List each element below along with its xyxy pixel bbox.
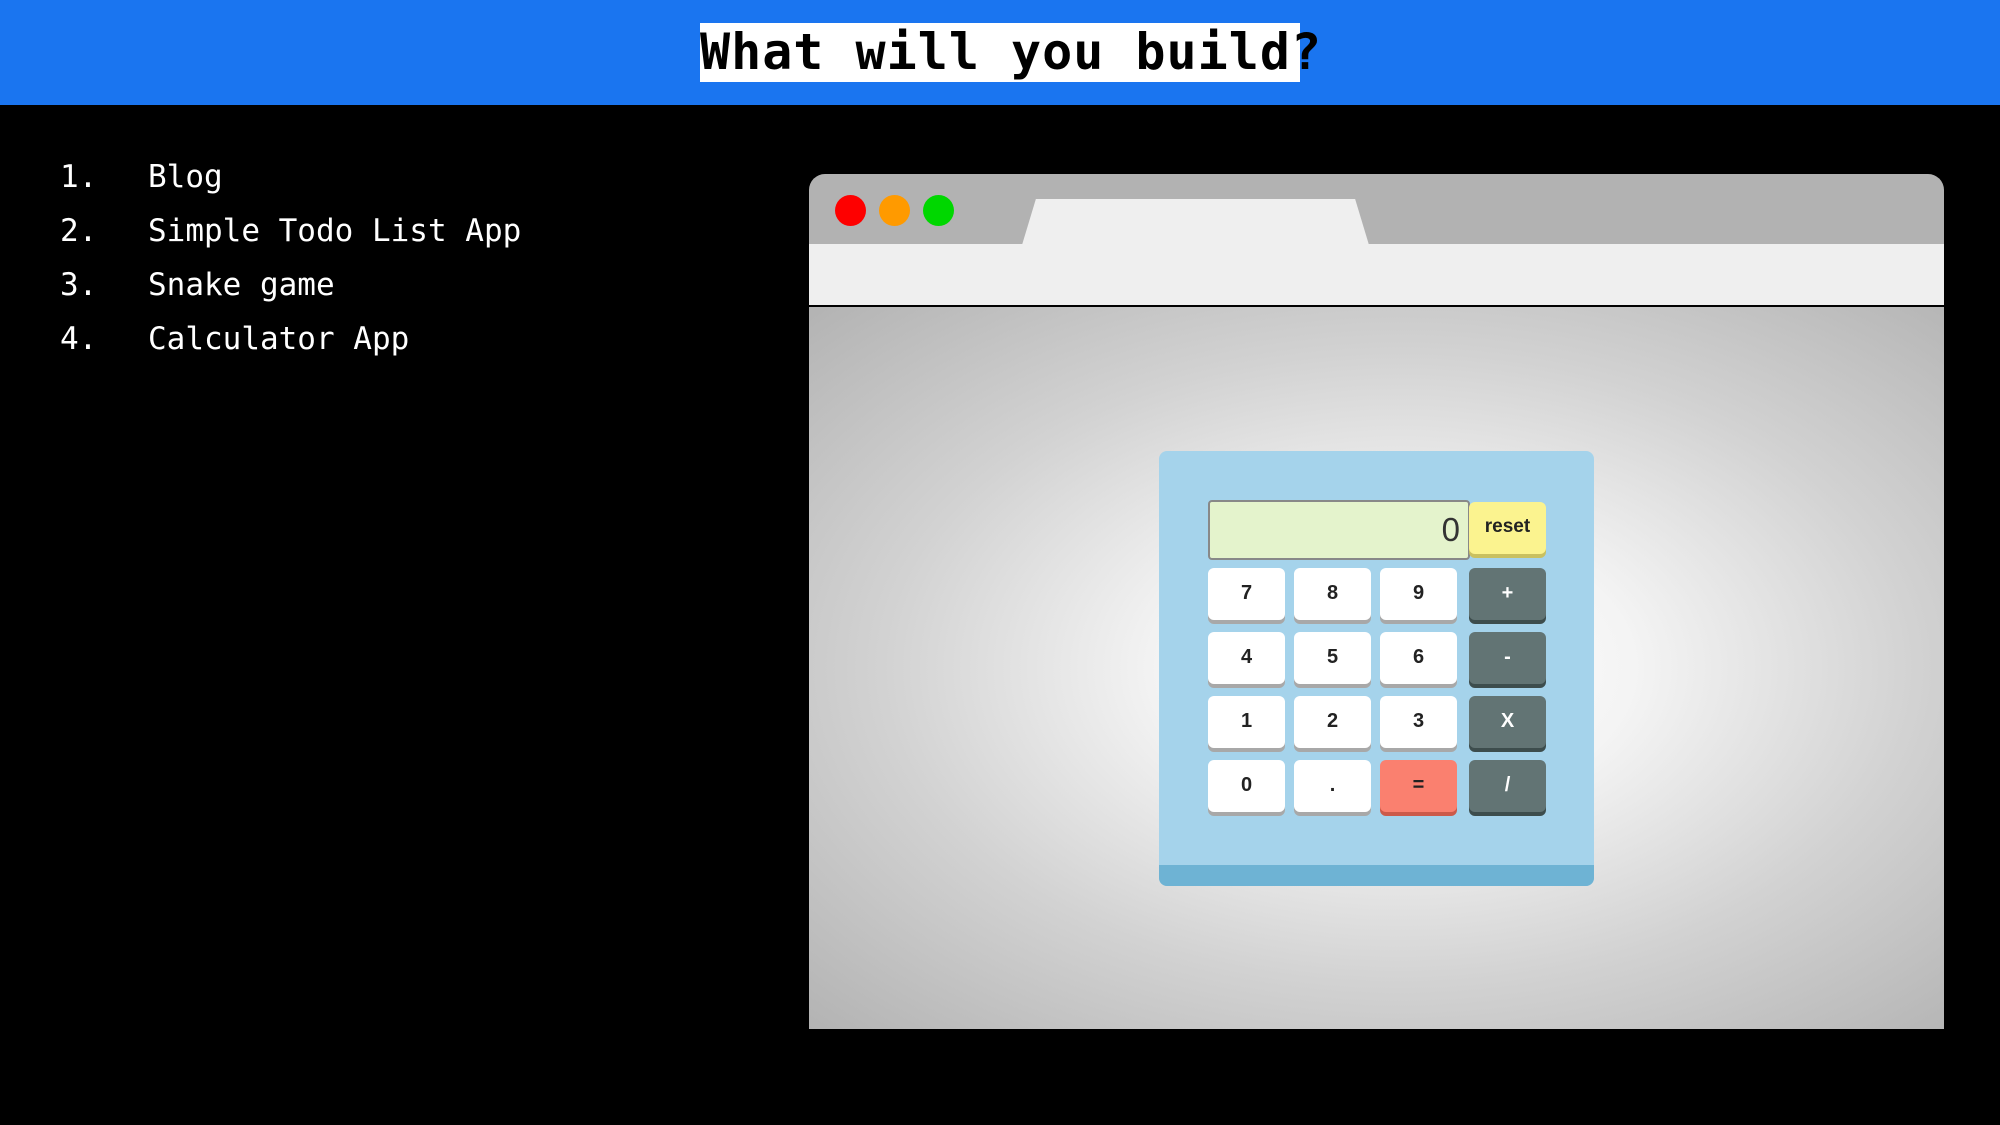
list-item-label: Calculator App — [148, 321, 410, 357]
key-3-button[interactable]: 3 — [1380, 696, 1457, 748]
browser-tab[interactable] — [1022, 199, 1369, 245]
page-title: What will you build? — [700, 23, 1323, 82]
divide-button[interactable]: / — [1469, 760, 1546, 812]
project-idea-list: 1. Blog 2. Simple Todo List App 3. Snake… — [60, 150, 760, 366]
address-bar[interactable] — [809, 244, 1944, 307]
list-item-number: 1. — [60, 159, 98, 195]
browser-viewport: 0 reset 7 8 9 + 4 5 6 - 1 2 3 X 0 . = / — [809, 307, 1944, 1029]
list-item-number: 3. — [60, 267, 98, 303]
list-item-label: Snake game — [148, 267, 335, 303]
add-button[interactable]: + — [1469, 568, 1546, 620]
minimize-dot-icon[interactable] — [879, 195, 910, 226]
list-item-label: Simple Todo List App — [148, 213, 522, 249]
close-dot-icon[interactable] — [835, 195, 866, 226]
browser-window: 0 reset 7 8 9 + 4 5 6 - 1 2 3 X 0 . = / — [809, 174, 1944, 1029]
list-item: 2. Simple Todo List App — [60, 204, 760, 258]
key-1-button[interactable]: 1 — [1208, 696, 1285, 748]
calculator-footer — [1159, 865, 1594, 886]
list-item: 4. Calculator App — [60, 312, 760, 366]
list-item: 1. Blog — [60, 150, 760, 204]
equals-button[interactable]: = — [1380, 760, 1457, 812]
key-2-button[interactable]: 2 — [1294, 696, 1371, 748]
list-item-number: 2. — [60, 213, 98, 249]
key-4-button[interactable]: 4 — [1208, 632, 1285, 684]
top-banner: What will you build? — [0, 0, 2000, 105]
multiply-button[interactable]: X — [1469, 696, 1546, 748]
key-8-button[interactable]: 8 — [1294, 568, 1371, 620]
calculator-display: 0 — [1208, 500, 1470, 560]
list-item-label: Blog — [148, 159, 223, 195]
list-item: 3. Snake game — [60, 258, 760, 312]
decimal-button[interactable]: . — [1294, 760, 1371, 812]
reset-button[interactable]: reset — [1469, 502, 1546, 554]
key-9-button[interactable]: 9 — [1380, 568, 1457, 620]
key-5-button[interactable]: 5 — [1294, 632, 1371, 684]
key-7-button[interactable]: 7 — [1208, 568, 1285, 620]
key-6-button[interactable]: 6 — [1380, 632, 1457, 684]
maximize-dot-icon[interactable] — [923, 195, 954, 226]
subtract-button[interactable]: - — [1469, 632, 1546, 684]
calculator: 0 reset 7 8 9 + 4 5 6 - 1 2 3 X 0 . = / — [1159, 451, 1594, 886]
list-item-number: 4. — [60, 321, 98, 357]
key-0-button[interactable]: 0 — [1208, 760, 1285, 812]
